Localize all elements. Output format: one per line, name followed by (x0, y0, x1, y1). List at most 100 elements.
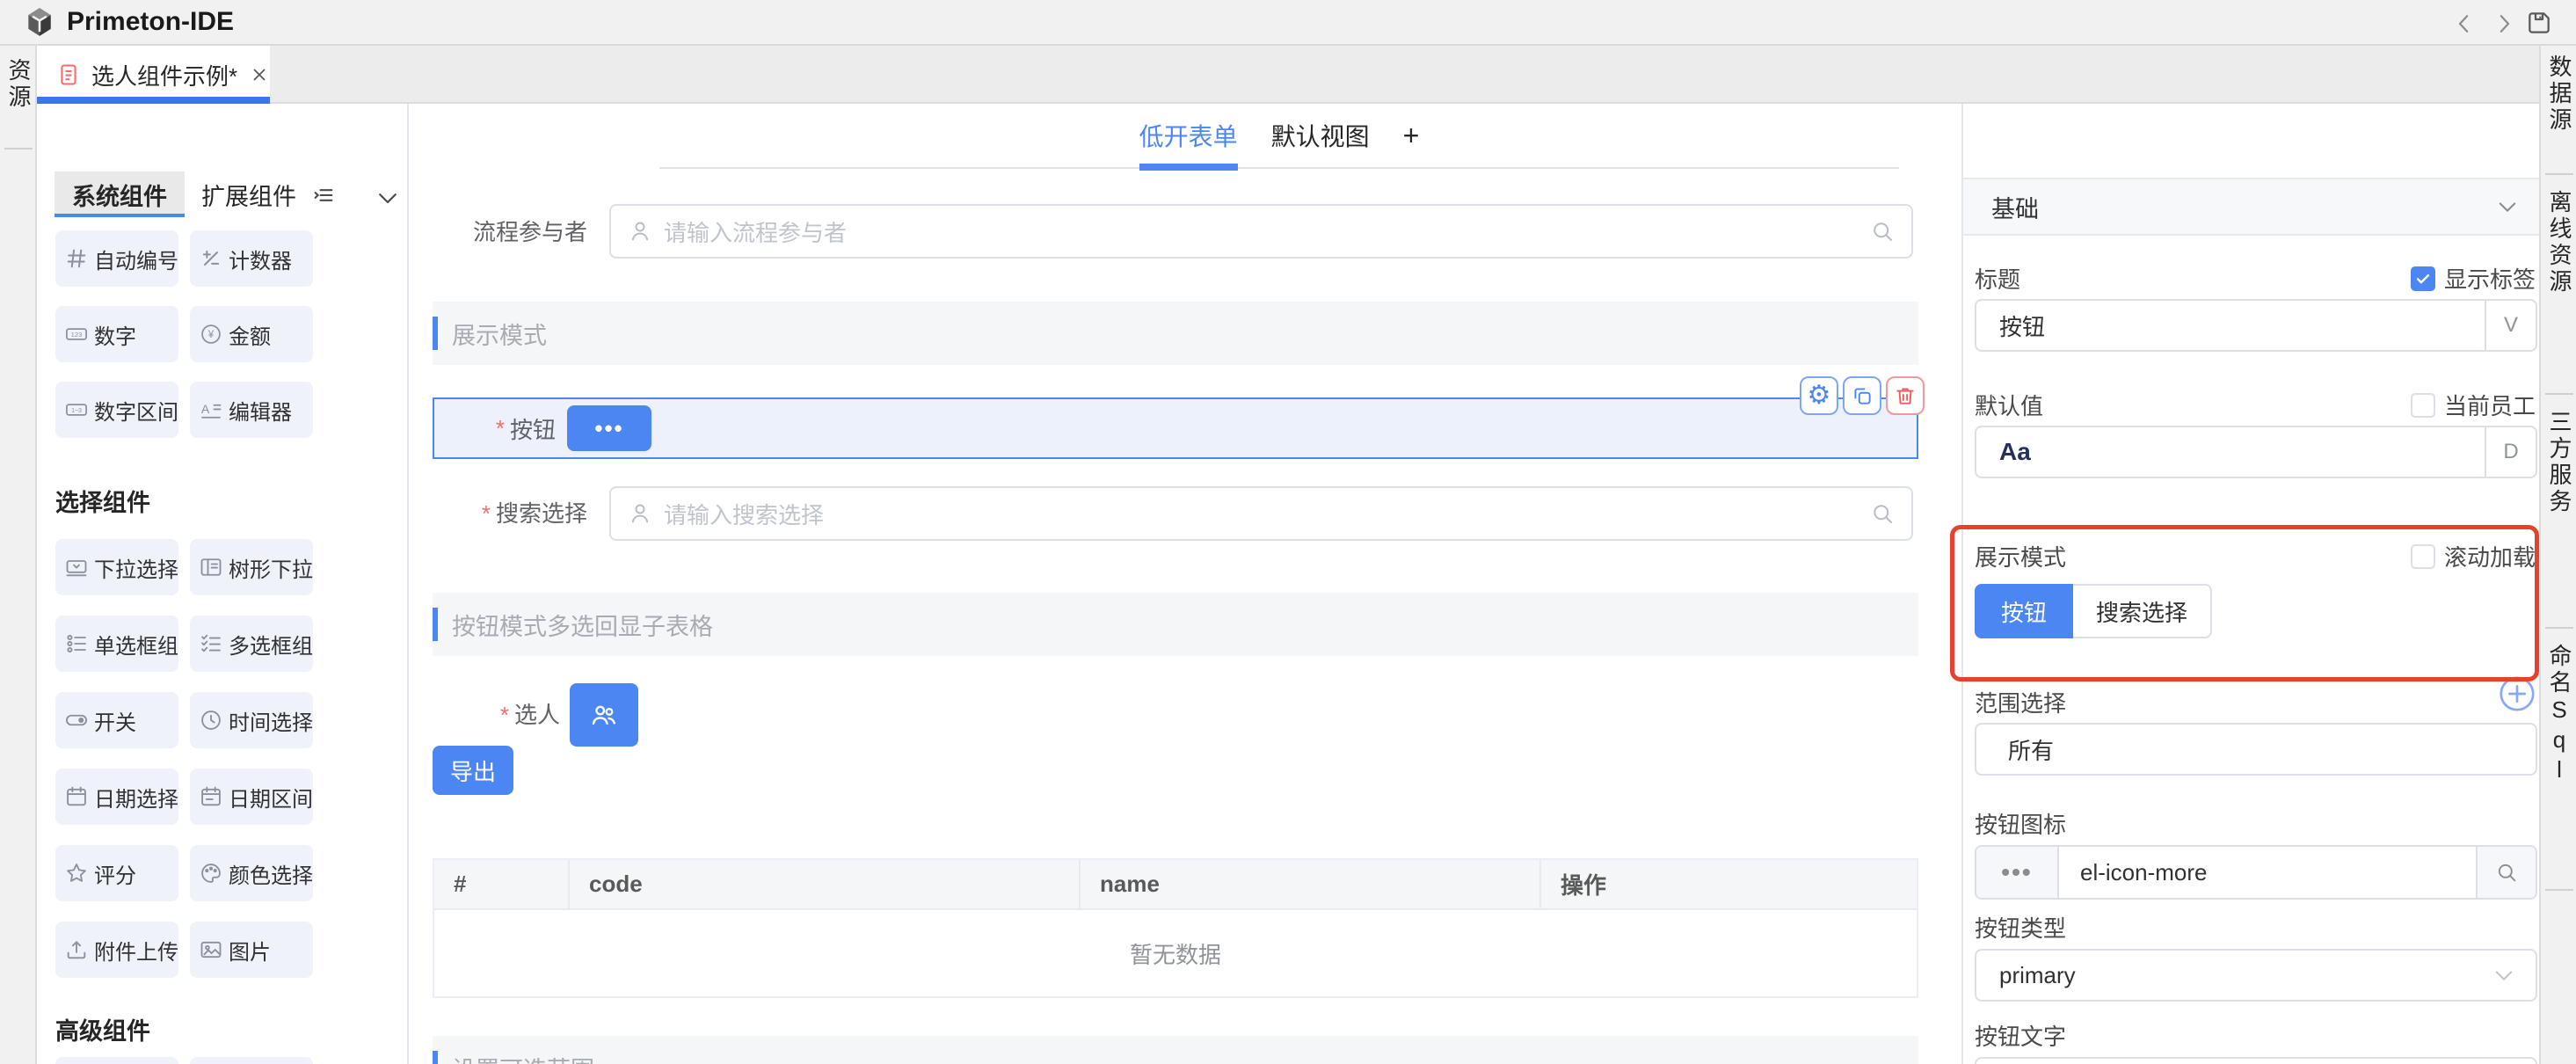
rail-item-datasource[interactable]: 数据源 (2542, 55, 2576, 134)
more-button[interactable]: ••• (567, 405, 651, 451)
search-select-input[interactable]: 请输入搜索选择 (609, 486, 1913, 541)
inspector-group-basic[interactable]: 基础 (1963, 178, 2541, 236)
add-range-plus-icon[interactable] (2497, 674, 2537, 714)
scroll-load-checkbox-row[interactable]: 滚动加载 (2411, 540, 2536, 572)
rail-divider (2545, 627, 2573, 629)
subtable-col-name[interactable]: name (1081, 860, 1541, 908)
type-select[interactable]: primary (1975, 949, 2537, 1002)
palette-tab-system-label: 系统组件 (72, 178, 167, 212)
palette-item-label: 日期选择 (94, 782, 178, 813)
palette-item-number[interactable]: 123 数字 (55, 306, 178, 362)
button-field-label-text: 按钮 (510, 412, 556, 445)
subtable-col-index[interactable]: # (434, 860, 570, 908)
title-variable-suffix[interactable]: V (2485, 301, 2536, 350)
text-value-input[interactable] (1975, 1057, 2537, 1064)
rail-item-offline[interactable]: 离线资源 (2542, 190, 2576, 295)
rail-item-named-sql[interactable]: 命名Sql (2542, 644, 2576, 786)
number-range-icon: 1~3 (64, 397, 89, 422)
search-icon[interactable] (1869, 500, 1896, 527)
icon-compound-input[interactable]: ••• el-icon-more (1975, 845, 2537, 900)
subtable-empty-state: 暂无数据 (434, 910, 1917, 996)
button-field-label: * 按钮 (434, 399, 556, 457)
palette-item-time-picker[interactable]: 时间选择 (190, 692, 313, 748)
palette-section-advanced: 高级组件 (55, 1012, 150, 1046)
add-view-button[interactable]: + (1403, 120, 1420, 152)
current-employee-checkbox-row[interactable]: 当前员工 (2411, 389, 2536, 421)
doc-tab-underline (37, 97, 270, 104)
palette-collapse-chevron-icon[interactable] (375, 185, 401, 211)
icon-preview-addon[interactable]: ••• (1976, 847, 2059, 898)
subtable: # code name 操作 暂无数据 (433, 858, 1918, 998)
right-rail: 数据源 离线资源 三方服务 命名Sql (2539, 46, 2576, 1064)
currency-yen-icon: ¥ (199, 322, 223, 346)
participant-input[interactable]: 请输入流程参与者 (609, 204, 1913, 259)
segment-search-mode[interactable]: 搜索选择 (2073, 584, 2212, 638)
view-tab-form[interactable]: 低开表单 (1139, 104, 1238, 167)
app-logo-icon (23, 5, 56, 39)
palette-item-tree-select[interactable]: 树形下拉 (190, 539, 313, 595)
field-delete-button[interactable] (1886, 376, 1925, 415)
palette-item-upload[interactable]: 附件上传 (55, 922, 178, 978)
star-icon (64, 861, 89, 885)
palette-item-dropdown-select[interactable]: 下拉选择 (55, 539, 178, 595)
nav-forward-icon[interactable] (2491, 11, 2517, 37)
image-icon (199, 937, 223, 962)
checkbox-unchecked-icon[interactable] (2411, 544, 2435, 569)
check-icon (2414, 270, 2432, 288)
checkbox-unchecked-icon[interactable] (2411, 393, 2435, 418)
default-value-input[interactable]: Aa D (1975, 426, 2537, 478)
default-variable-suffix[interactable]: D (2485, 427, 2536, 477)
palette-item-rate[interactable]: 评分 (55, 845, 178, 901)
close-icon[interactable] (250, 65, 269, 84)
palette-item-label: 多选框组 (229, 629, 313, 660)
range-value-input[interactable]: 所有 (1975, 723, 2537, 776)
switch-icon (64, 708, 89, 732)
doc-tab-active[interactable]: 选人组件示例* (37, 46, 270, 104)
palette-item-clipped[interactable] (190, 1057, 313, 1064)
rail-item-thirdparty[interactable]: 三方服务 (2542, 410, 2576, 515)
view-tabs: 低开表单 默认视图 + (659, 104, 1899, 167)
view-tab-form-label: 低开表单 (1139, 118, 1238, 153)
search-select-field-label: *搜索选择 (334, 499, 587, 528)
required-mark: * (496, 415, 505, 442)
subtable-col-actions[interactable]: 操作 (1541, 860, 1917, 908)
palette-tab-system[interactable]: 系统组件 (55, 171, 185, 217)
required-mark: * (500, 702, 509, 728)
palette-item-image[interactable]: 图片 (190, 922, 313, 978)
palette-item-auto-number[interactable]: 自动编号 (55, 230, 178, 287)
palette-item-switch[interactable]: 开关 (55, 692, 178, 748)
show-label-text: 显示标签 (2444, 262, 2536, 295)
checkbox-checked-icon[interactable] (2411, 266, 2435, 291)
palette-item-color-picker[interactable]: 颜色选择 (190, 845, 313, 901)
export-button[interactable]: 导出 (433, 746, 513, 795)
search-icon[interactable] (1869, 218, 1896, 244)
palette-item-label: 编辑器 (229, 395, 292, 426)
subtable-col-code[interactable]: code (570, 860, 1081, 908)
palette-item-counter[interactable]: 计数器 (190, 230, 313, 287)
palette-item-label: 计数器 (229, 244, 292, 274)
field-settings-button[interactable]: ⚙ (1800, 376, 1838, 415)
field-copy-button[interactable] (1843, 376, 1881, 415)
palette-tab-extended[interactable]: 扩展组件 (192, 171, 306, 217)
view-tab-default[interactable]: 默认视图 (1271, 104, 1370, 167)
required-mark: * (482, 500, 491, 527)
rail-divider (2545, 173, 2573, 175)
palette-item-radio-group[interactable]: 单选框组 (55, 616, 178, 672)
palette-item-clipped[interactable] (55, 1057, 178, 1064)
show-label-checkbox-row[interactable]: 显示标签 (2411, 262, 2536, 295)
title-value-input[interactable]: 按钮 V (1975, 299, 2537, 352)
person-picker-button[interactable] (570, 683, 638, 747)
nav-back-icon[interactable] (2451, 11, 2478, 37)
segment-button-mode[interactable]: 按钮 (1975, 584, 2073, 638)
palette-item-date-range[interactable]: 日期区间 (190, 769, 313, 825)
palette-item-amount[interactable]: ¥ 金额 (190, 306, 313, 362)
palette-item-editor[interactable]: A 编辑器 (190, 382, 313, 438)
palette-item-checkbox-group[interactable]: 多选框组 (190, 616, 313, 672)
selected-button-field-row[interactable]: * 按钮 ••• (433, 397, 1918, 459)
palette-item-number-range[interactable]: 1~3 数字区间 (55, 382, 178, 438)
palette-item-date-picker[interactable]: 日期选择 (55, 769, 178, 825)
rail-item-resources[interactable]: 资源 (1, 58, 36, 111)
icon-search-addon[interactable] (2476, 847, 2536, 898)
save-icon[interactable] (2525, 9, 2553, 37)
component-list-icon[interactable] (311, 183, 336, 208)
